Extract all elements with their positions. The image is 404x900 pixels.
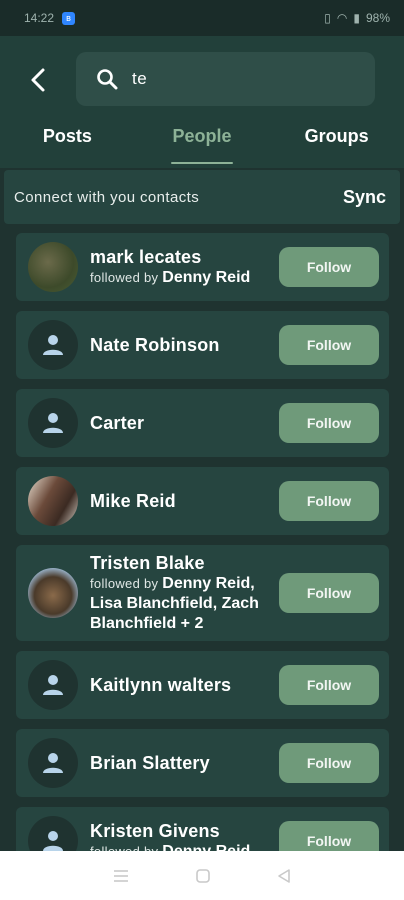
signal-icon: ▮: [353, 11, 360, 25]
sync-button[interactable]: Sync: [343, 187, 386, 208]
avatar: [28, 738, 78, 788]
person-card[interactable]: Nate Robinson Follow: [16, 311, 389, 379]
person-name: Kristen Givens: [90, 821, 220, 841]
person-icon: [43, 831, 63, 851]
person-icon: [43, 413, 63, 433]
person-card[interactable]: Brian Slattery Follow: [16, 729, 389, 797]
status-icons: ▯ ◠ ▮ 98%: [324, 11, 390, 25]
person-card[interactable]: Carter Follow: [16, 389, 389, 457]
person-card[interactable]: Kaitlynn walters Follow: [16, 651, 389, 719]
wifi-icon: ◠: [336, 11, 348, 25]
vibrate-icon: ▯: [324, 11, 331, 25]
tab-groups[interactable]: Groups: [269, 124, 404, 168]
person-card[interactable]: Mike Reid Follow: [16, 467, 389, 535]
avatar: [28, 242, 78, 292]
person-card[interactable]: Tristen Blake followed by Denny Reid, Li…: [16, 545, 389, 641]
follow-button[interactable]: Follow: [279, 665, 379, 705]
search-icon: [97, 69, 118, 90]
search-box[interactable]: [76, 52, 375, 106]
tab-people[interactable]: People: [135, 124, 270, 168]
person-name: Tristen Blake: [90, 553, 205, 573]
person-icon: [43, 675, 63, 695]
status-time: 14:22: [24, 11, 55, 25]
followed-by-text: followed by Denny Reid, Lisa Blanchfield…: [90, 575, 259, 632]
battery-level: 98%: [365, 11, 390, 25]
avatar: [28, 320, 78, 370]
tab-bar: Posts People Groups: [0, 124, 404, 168]
menu-icon[interactable]: [112, 868, 130, 884]
person-name: Nate Robinson: [90, 335, 220, 355]
home-icon[interactable]: [195, 868, 211, 884]
back-arrow-icon: [31, 68, 45, 92]
follow-button[interactable]: Follow: [279, 573, 379, 613]
person-name: mark lecates: [90, 247, 202, 267]
followed-by-text: followed by Denny Reid: [90, 269, 251, 286]
avatar: [28, 398, 78, 448]
avatar: [28, 476, 78, 526]
system-nav-bar: [0, 851, 404, 900]
person-name: Mike Reid: [90, 491, 176, 511]
person-card[interactable]: mark lecates followed by Denny Reid Foll…: [16, 233, 389, 301]
person-icon: [43, 753, 63, 773]
bluetooth-icon: ʙ: [62, 11, 76, 25]
status-bar: 14:22 ʙ ▯ ◠ ▮ 98%: [0, 0, 404, 36]
person-name: Brian Slattery: [90, 753, 210, 773]
back-button[interactable]: [18, 60, 58, 100]
person-icon: [43, 335, 63, 355]
avatar: [28, 660, 78, 710]
people-list: mark lecates followed by Denny Reid Foll…: [16, 233, 389, 885]
connect-contacts-bar: Connect with you contacts Sync: [4, 170, 400, 224]
person-name: Carter: [90, 413, 145, 433]
person-name: Kaitlynn walters: [90, 675, 232, 695]
connect-contacts-label: Connect with you contacts: [14, 188, 200, 206]
follow-button[interactable]: Follow: [279, 481, 379, 521]
search-input[interactable]: [132, 69, 332, 89]
follow-button[interactable]: Follow: [279, 403, 379, 443]
follow-button[interactable]: Follow: [279, 743, 379, 783]
follow-button[interactable]: Follow: [279, 325, 379, 365]
avatar: [28, 568, 78, 618]
tab-posts[interactable]: Posts: [0, 124, 135, 168]
follow-button[interactable]: Follow: [279, 247, 379, 287]
header: Posts People Groups: [0, 36, 404, 168]
back-nav-icon[interactable]: [276, 868, 292, 884]
